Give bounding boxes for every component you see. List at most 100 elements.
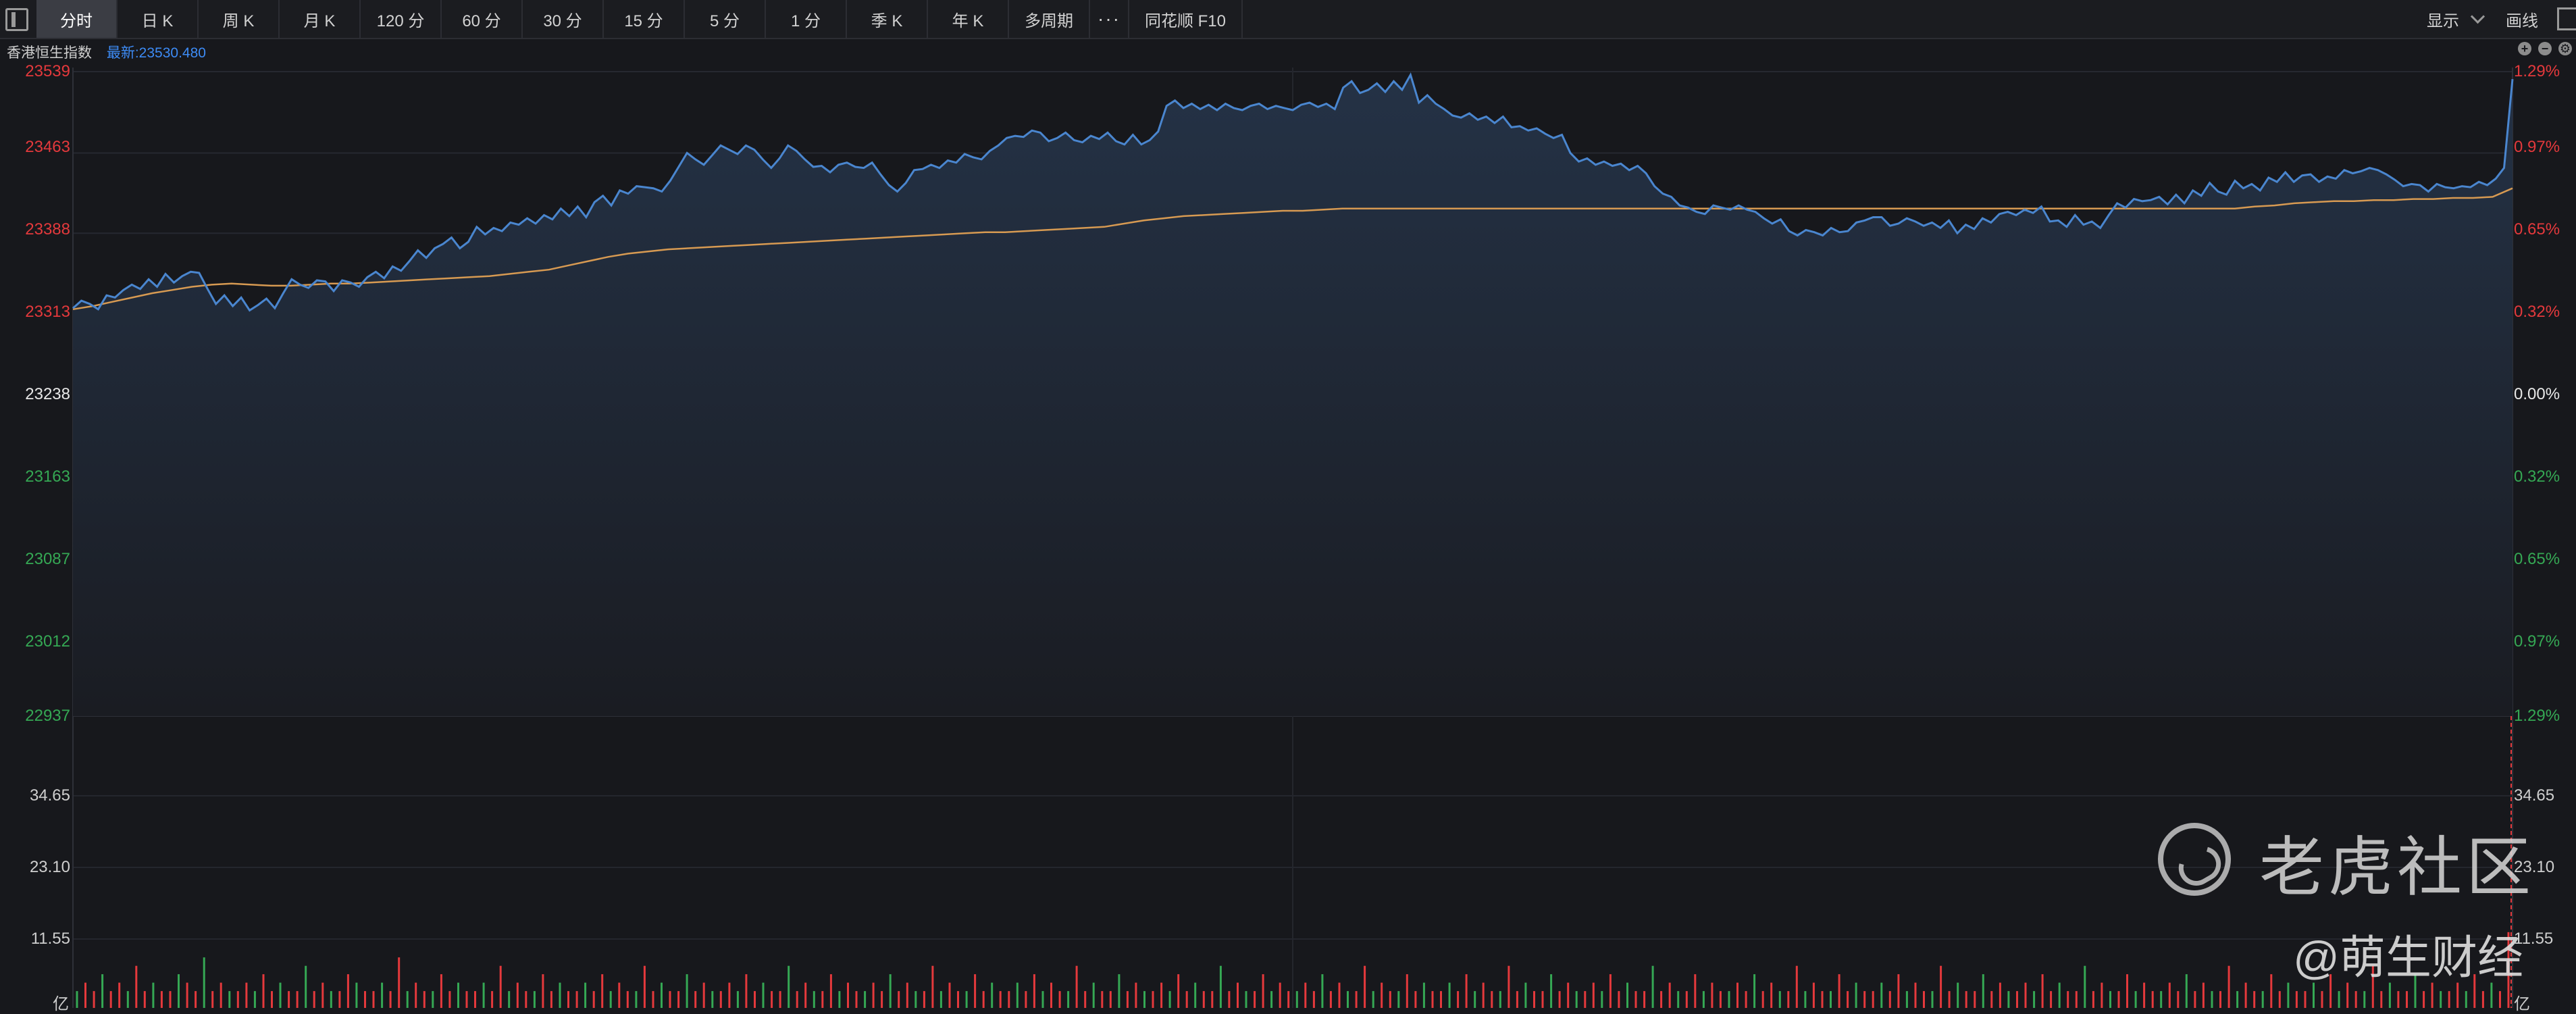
volume-bar: [1592, 982, 1595, 1008]
price-tick-label: 23163: [25, 467, 70, 486]
volume-bar: [1888, 991, 1891, 1008]
volume-bar: [305, 965, 307, 1008]
volume-bar: [1634, 991, 1637, 1008]
volume-bar: [2067, 991, 2069, 1008]
volume-bar: [1050, 982, 1052, 1008]
volume-bar: [1948, 991, 1951, 1008]
volume-bar: [1745, 991, 1747, 1008]
volume-bar: [847, 982, 849, 1008]
volume-bar: [1202, 991, 1205, 1008]
volume-bar: [1355, 991, 1358, 1008]
volume-bar: [1914, 982, 1917, 1008]
volume-bar: [2287, 982, 2290, 1008]
volume-bar: [1863, 991, 1866, 1008]
volume-bar: [1143, 991, 1145, 1008]
volume-bar: [126, 991, 129, 1008]
volume-bar: [415, 982, 417, 1008]
percent-tick-label: 0.97%: [2514, 632, 2560, 651]
volume-bar: [1245, 991, 1247, 1008]
volume-bar: [2354, 991, 2357, 1008]
price-tick-label: 23238: [25, 385, 70, 403]
volume-bar: [1905, 991, 1908, 1008]
volume-bar: [838, 991, 841, 1008]
volume-bar: [1287, 991, 1290, 1008]
volume-bar: [1974, 991, 1976, 1008]
volume-bar: [1381, 982, 1383, 1008]
price-area: [73, 74, 2513, 717]
volume-bar: [398, 957, 401, 1008]
volume-bar: [898, 991, 900, 1008]
volume-bar: [965, 991, 968, 1008]
volume-bar: [271, 991, 273, 1008]
percent-tick-label: 1.29%: [2514, 62, 2560, 80]
volume-bar: [592, 991, 595, 1008]
volume-bar: [923, 991, 925, 1008]
volume-bar: [236, 991, 239, 1008]
volume-bar: [669, 991, 671, 1008]
volume-bar: [2397, 991, 2400, 1008]
volume-bar: [245, 982, 248, 1008]
volume-bar: [169, 991, 172, 1008]
volume-bar: [1279, 982, 1281, 1008]
volume-bar: [109, 991, 112, 1008]
volume-bar: [542, 974, 544, 1008]
volume-bar: [491, 991, 494, 1008]
volume-bar: [2084, 965, 2086, 1008]
volume-bar: [84, 982, 86, 1008]
volume-bar: [1626, 982, 1628, 1008]
volume-bar: [2109, 991, 2111, 1008]
volume-tick-label: 34.65: [29, 786, 70, 805]
volume-bar: [754, 991, 756, 1008]
volume-bar: [2261, 991, 2264, 1008]
volume-bar: [381, 982, 384, 1008]
volume-bar: [143, 991, 146, 1008]
volume-bar: [178, 974, 180, 1008]
volume-bar: [1508, 965, 1510, 1008]
volume-bar: [1550, 974, 1553, 1008]
tiger-logo-icon: [2158, 823, 2231, 896]
volume-bar: [2126, 974, 2128, 1008]
volume-bar: [346, 974, 349, 1008]
volume-bar: [1685, 991, 1688, 1008]
volume-bar: [432, 991, 434, 1008]
volume-bar: [2177, 991, 2180, 1008]
volume-bar: [779, 991, 781, 1008]
volume-bar: [2236, 991, 2239, 1008]
volume-bar: [1092, 982, 1095, 1008]
volume-bar: [813, 991, 815, 1008]
volume-bar: [1262, 974, 1264, 1008]
volume-bar: [2295, 991, 2298, 1008]
volume-bar: [2448, 991, 2450, 1008]
volume-bar: [939, 991, 942, 1008]
volume-bar: [948, 982, 951, 1008]
volume-bar: [2075, 991, 2078, 1008]
volume-bar: [1541, 991, 1544, 1008]
volume-bar: [702, 982, 705, 1008]
volume-bar: [211, 991, 214, 1008]
volume-bar: [2143, 982, 2146, 1008]
volume-bar: [2244, 982, 2247, 1008]
volume-bar: [1482, 982, 1485, 1008]
volume-bar: [330, 991, 332, 1008]
volume-bar: [1651, 965, 1654, 1008]
volume-bar: [1668, 982, 1671, 1008]
volume-bar: [1422, 982, 1425, 1008]
volume-bar: [288, 991, 290, 1008]
volume-bar: [821, 991, 824, 1008]
volume-bar: [1643, 991, 1646, 1008]
volume-bar: [1923, 991, 1925, 1008]
volume-bar: [2058, 982, 2061, 1008]
volume-bar: [1965, 991, 1967, 1008]
volume-bar: [1025, 991, 1027, 1008]
watermark-author: @萌生财经: [2293, 932, 2524, 984]
price-tick-label: 23388: [25, 220, 70, 238]
volume-bar: [1474, 991, 1476, 1008]
volume-bar: [788, 965, 790, 1008]
volume-tick-label: 11.55: [30, 930, 70, 948]
volume-bar: [2134, 991, 2137, 1008]
volume-bar: [423, 991, 426, 1008]
volume-bar: [575, 991, 578, 1008]
volume-bar: [999, 991, 1002, 1008]
volume-bar: [1338, 982, 1341, 1008]
volume-bar: [694, 991, 697, 1008]
